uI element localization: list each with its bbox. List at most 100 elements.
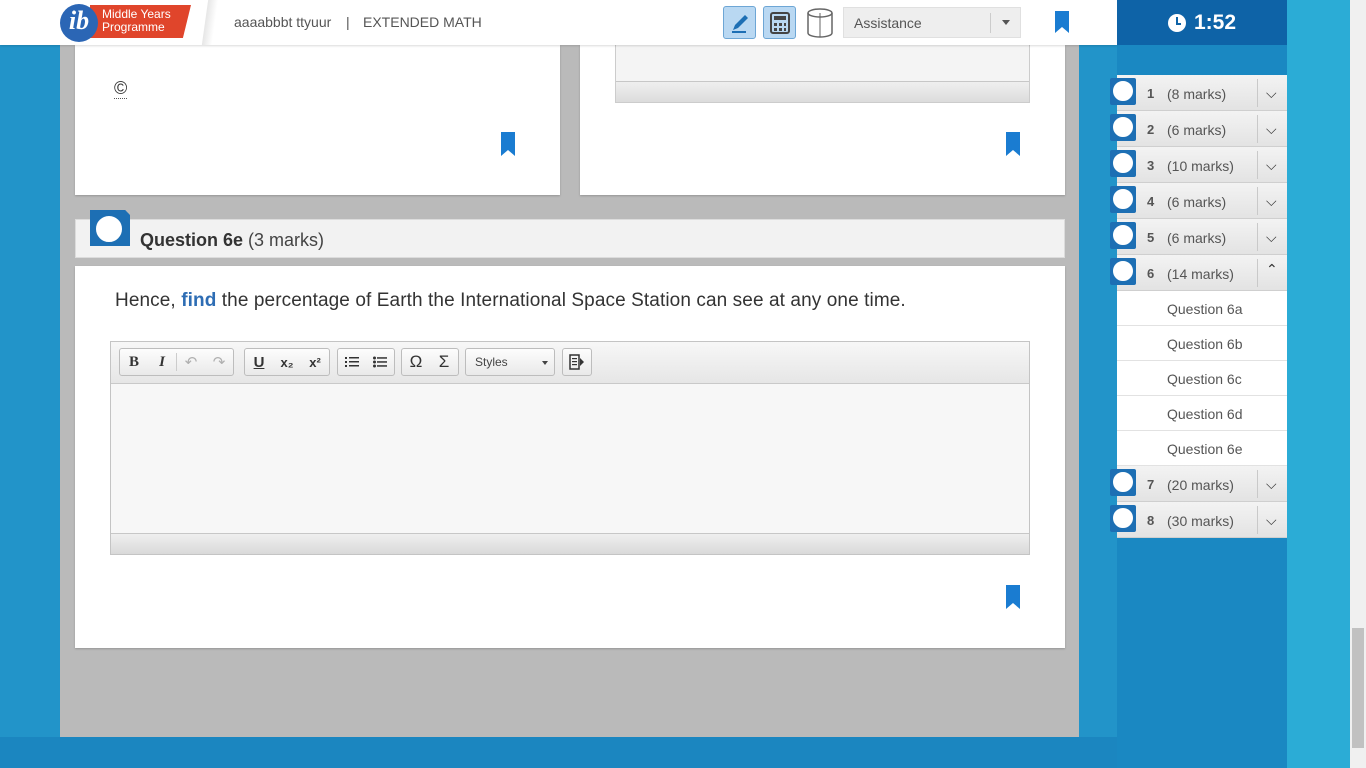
bottom-strip <box>0 737 1117 768</box>
assistance-label: Assistance <box>854 15 922 31</box>
status-circle-icon <box>1112 507 1134 529</box>
command-term[interactable]: find <box>181 290 216 311</box>
italic-button[interactable]: I <box>148 349 176 375</box>
bookmark-icon[interactable] <box>1006 585 1020 609</box>
nav-question-7[interactable]: 7 (20 marks) ⌵ <box>1110 466 1287 502</box>
chevron-down-icon[interactable]: ⌵ <box>1266 86 1277 100</box>
answer-editor-previous[interactable] <box>615 45 1030 103</box>
bookmark-icon[interactable] <box>501 132 515 156</box>
chevron-down-icon[interactable]: ⌵ <box>1266 477 1277 491</box>
nav-number: 5 <box>1147 230 1155 245</box>
pen-icon <box>731 14 748 33</box>
special-character-button[interactable]: Ω <box>402 349 430 375</box>
chevron-down-icon[interactable]: ⌵ <box>1266 513 1277 527</box>
pen-tool-button[interactable] <box>723 6 756 39</box>
top-header: Middle Years Programme ib aaaabbbt ttyuu… <box>0 0 1117 45</box>
nav-question-5[interactable]: 5 (6 marks) ⌵ <box>1110 219 1287 255</box>
source-view-button[interactable] <box>563 349 591 375</box>
cropped-text-fragment <box>335 45 515 47</box>
calculator-button[interactable] <box>763 6 796 39</box>
superscript-button[interactable]: x² <box>301 349 329 375</box>
ordered-list-icon <box>345 357 359 367</box>
editor-status-bar <box>616 81 1029 102</box>
question-card: Hence, find the percentage of Earth the … <box>75 266 1065 648</box>
page-scrollbar[interactable] <box>1350 0 1366 768</box>
nav-subquestion-6e[interactable]: Question 6e <box>1117 431 1287 466</box>
nav-question-2[interactable]: 2 (6 marks) ⌵ <box>1110 111 1287 147</box>
chevron-up-icon[interactable]: ⌃ <box>1266 262 1278 276</box>
unordered-list-button[interactable] <box>366 349 394 375</box>
status-circle-icon <box>1112 188 1134 210</box>
nav-marks: (20 marks) <box>1167 477 1234 493</box>
calculator-icon <box>769 11 790 34</box>
nav-marks: (6 marks) <box>1167 230 1227 246</box>
chevron-down-icon[interactable]: ⌵ <box>1266 158 1277 172</box>
document-view-icon <box>569 354 584 370</box>
header-separator: | <box>346 14 350 30</box>
toolbar-group-lists <box>337 348 395 376</box>
nav-question-4[interactable]: 4 (6 marks) ⌵ <box>1110 183 1287 219</box>
scrollbar-thumb[interactable] <box>1352 628 1364 748</box>
chevron-down-icon[interactable]: ⌵ <box>1266 122 1277 136</box>
exam-timer: 1:52 <box>1117 0 1287 45</box>
copyright-symbol[interactable]: © <box>114 78 128 99</box>
prompt-lead: Hence, <box>115 290 182 311</box>
nav-subquestion-6a[interactable]: Question 6a <box>1117 291 1287 326</box>
chevron-down-icon[interactable]: ⌵ <box>1266 194 1277 208</box>
ordered-list-button[interactable] <box>338 349 366 375</box>
underline-button[interactable]: U <box>245 349 273 375</box>
nav-marks: (6 marks) <box>1167 122 1227 138</box>
nav-question-3[interactable]: 3 (10 marks) ⌵ <box>1110 147 1287 183</box>
nav-marks: (14 marks) <box>1167 266 1234 282</box>
unordered-list-icon <box>373 356 387 368</box>
redo-button[interactable]: ↷ <box>205 349 233 375</box>
question-nav-list: 1 (8 marks) ⌵ 2 (6 marks) ⌵ 3 (10 marks)… <box>1110 75 1287 538</box>
chevron-down-icon[interactable]: ⌵ <box>1266 230 1277 244</box>
toolbar-group-extra <box>562 348 592 376</box>
clock-icon <box>1167 13 1186 32</box>
question-marks: (3 marks) <box>248 230 325 250</box>
cylinder-tool-button[interactable] <box>803 6 836 39</box>
caret-down-icon <box>1002 20 1010 25</box>
right-background-strip <box>1287 0 1350 768</box>
bookmark-icon[interactable] <box>1006 132 1020 156</box>
timer-value: 1:52 <box>1193 10 1237 34</box>
toolbar-group-symbols: Ω Σ <box>401 348 459 376</box>
nav-separator <box>1257 115 1258 143</box>
assistance-dropdown[interactable]: Assistance <box>843 7 1021 38</box>
answer-text-area[interactable] <box>111 384 1029 535</box>
nav-number: 4 <box>1147 194 1155 209</box>
nav-number: 8 <box>1147 513 1155 528</box>
question-prompt: Hence, find the percentage of Earth the … <box>115 290 906 312</box>
math-formula-button[interactable]: Σ <box>430 349 458 375</box>
nav-separator <box>1257 151 1258 179</box>
nav-separator <box>1257 223 1258 251</box>
styles-dropdown[interactable]: Styles <box>465 348 555 376</box>
undo-button[interactable]: ↶ <box>177 349 205 375</box>
question-number: Question 6e <box>140 230 244 250</box>
nav-marks: (8 marks) <box>1167 86 1227 102</box>
bookmark-icon[interactable] <box>1055 11 1069 33</box>
previous-question-card-left: © <box>75 45 560 195</box>
nav-subquestion-6b[interactable]: Question 6b <box>1117 326 1287 361</box>
nav-subquestion-6d[interactable]: Question 6d <box>1117 396 1287 431</box>
subscript-button[interactable]: x₂ <box>273 349 301 375</box>
main-content: © Question 6e (3 marks) Hence, find the … <box>60 45 1079 737</box>
nav-separator <box>1257 506 1258 534</box>
status-circle-icon <box>1112 152 1134 174</box>
question-status-circle[interactable] <box>94 214 124 244</box>
question-navigation-sidebar: 1 (8 marks) ⌵ 2 (6 marks) ⌵ 3 (10 marks)… <box>1110 45 1287 768</box>
status-circle-icon <box>1112 260 1134 282</box>
nav-question-6[interactable]: 6 (14 marks) ⌃ <box>1110 255 1287 291</box>
nav-question-8[interactable]: 8 (30 marks) ⌵ <box>1110 502 1287 538</box>
toolbar-group-format: B I ↶ ↷ <box>119 348 234 376</box>
bold-button[interactable]: B <box>120 349 148 375</box>
nav-marks: (30 marks) <box>1167 513 1234 529</box>
status-circle-icon <box>1112 471 1134 493</box>
logo-line2: Programme <box>102 20 165 34</box>
nav-number: 2 <box>1147 122 1155 137</box>
nav-subquestion-6c[interactable]: Question 6c <box>1117 361 1287 396</box>
nav-marks: (6 marks) <box>1167 194 1227 210</box>
status-circle-icon <box>1112 80 1134 102</box>
nav-question-1[interactable]: 1 (8 marks) ⌵ <box>1110 75 1287 111</box>
